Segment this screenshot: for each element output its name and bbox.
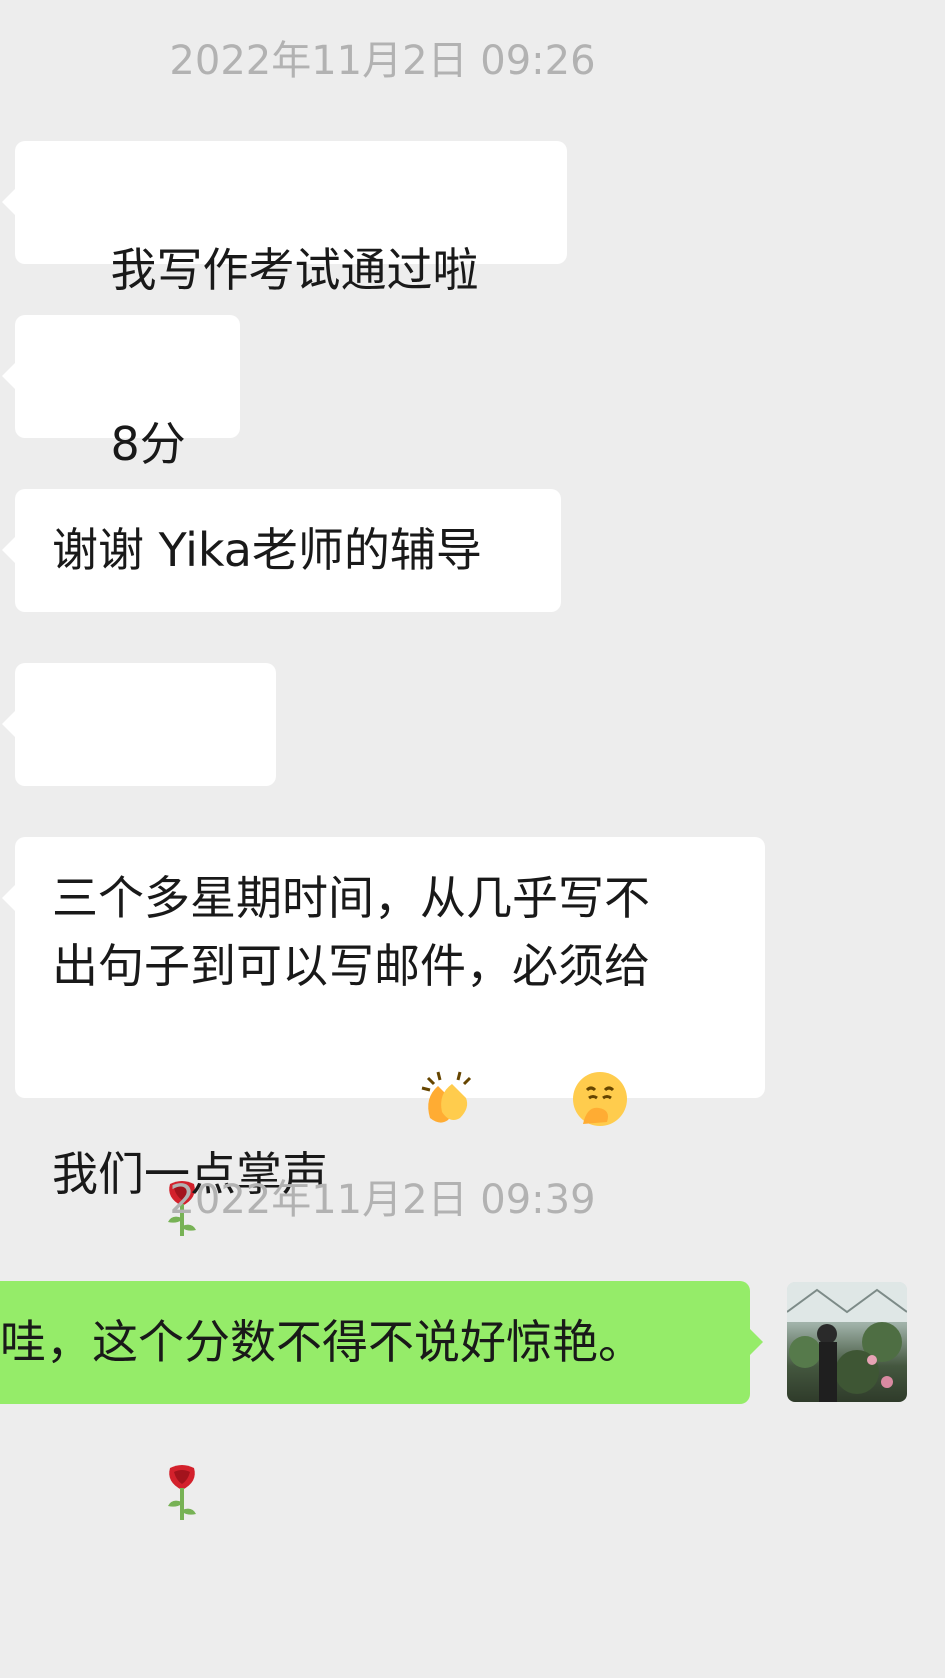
- message-text: 三个多星期时间，从几乎写不 出句子到可以写邮件，必须给 我们一点掌声: [52, 864, 735, 1216]
- message-text: 谢谢 Yika老师的辅导: [52, 523, 482, 577]
- timestamp: 2022年11月2日 09:39: [169, 1177, 596, 1223]
- message-bubble[interactable]: 三个多星期时间，从几乎写不 出句子到可以写邮件，必须给 我们一点掌声: [2, 837, 765, 1201]
- timestamp: 2022年11月2日 09:26: [169, 38, 596, 84]
- avatar[interactable]: [787, 1282, 907, 1402]
- rose-icon: [66, 1394, 210, 1610]
- message-bubble[interactable]: 谢谢 Yika老师的辅导: [2, 489, 561, 612]
- message-bubble[interactable]: 我写作考试通过啦: [2, 141, 567, 430]
- message-bubble[interactable]: 哇，这个分数不得不说好惊艳。: [0, 1281, 763, 1404]
- message-text: 哇，这个分数不得不说好惊艳。: [0, 1315, 644, 1369]
- avatar-photo-icon: [787, 1282, 907, 1402]
- message-bubble[interactable]: [2, 663, 276, 1520]
- message-bubble[interactable]: 8分: [2, 315, 240, 604]
